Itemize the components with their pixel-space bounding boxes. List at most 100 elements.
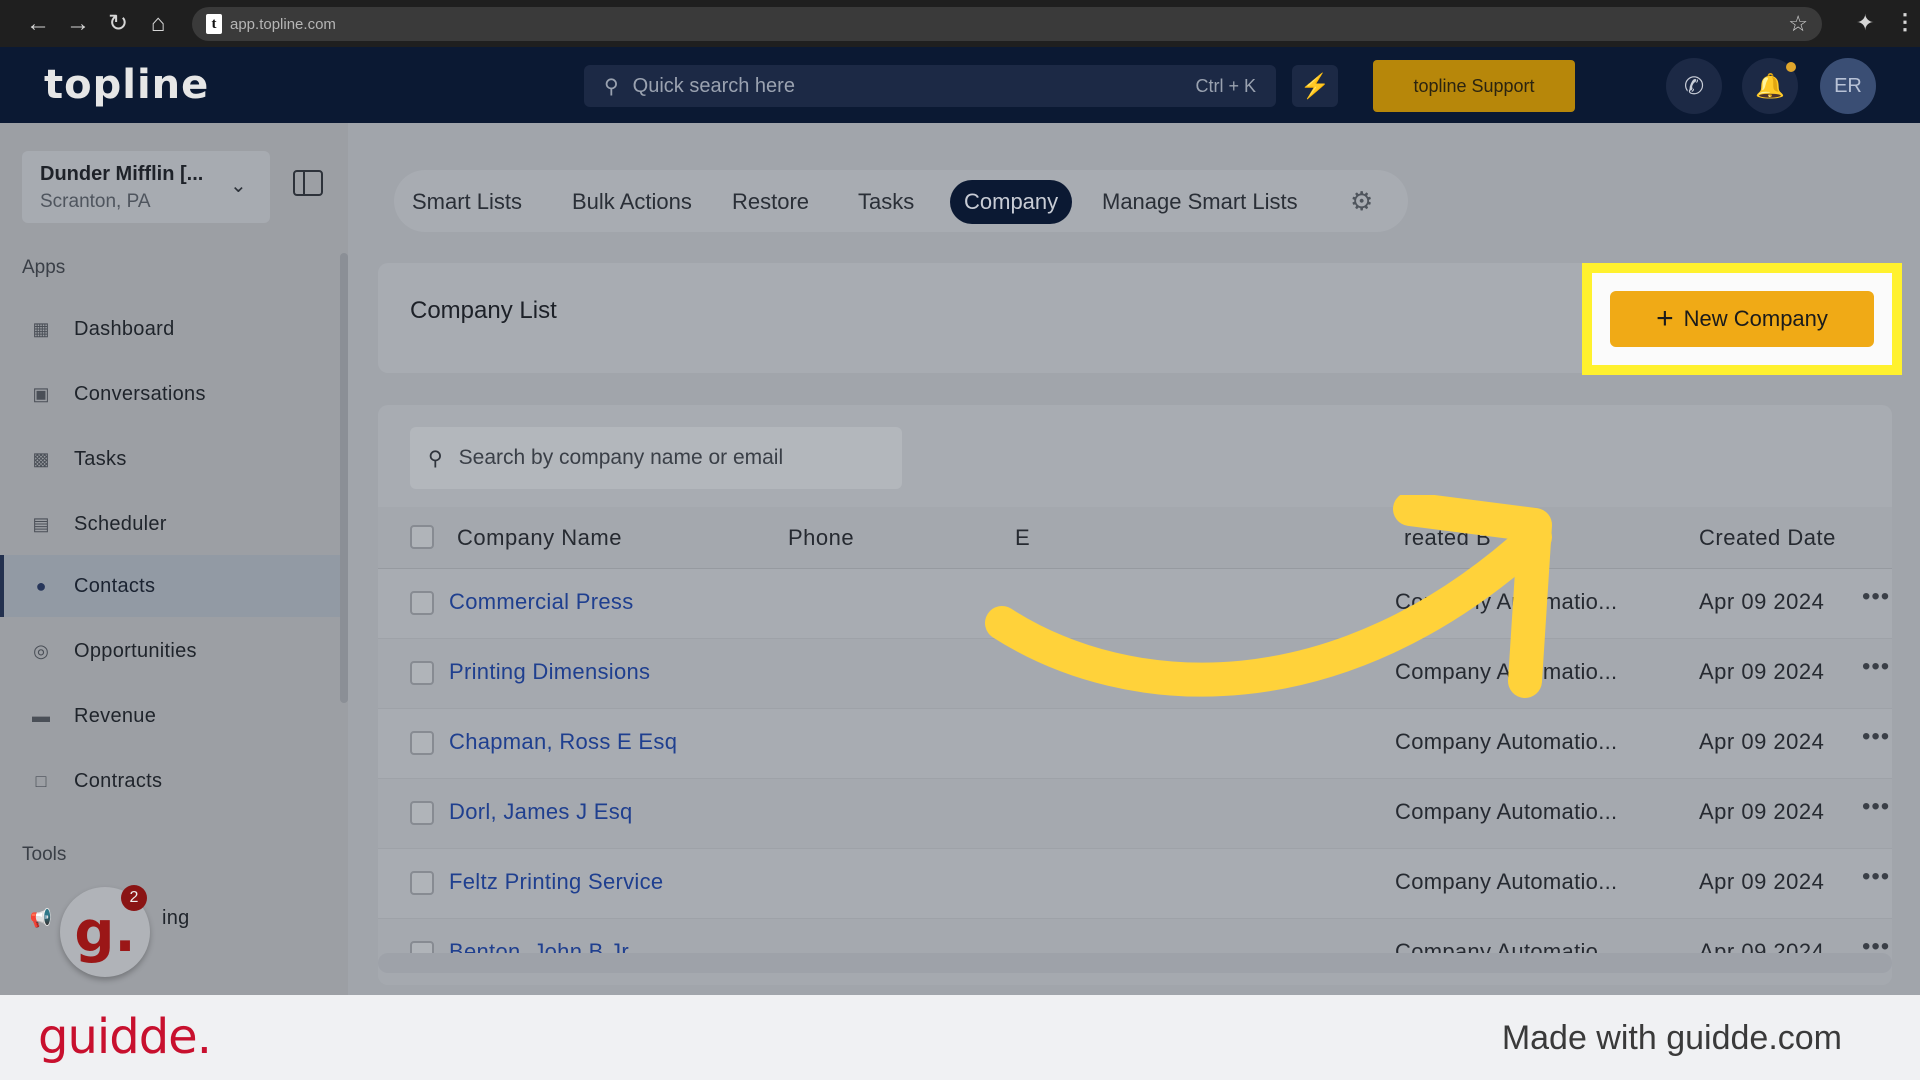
more-options-icon[interactable]: ••• <box>1862 863 1890 891</box>
row-checkbox[interactable] <box>410 731 434 755</box>
credit-card-icon: ▬ <box>32 705 50 726</box>
sidebar-item-label: Contacts <box>74 574 156 597</box>
created-by-cell: Company Automatio... <box>1395 799 1618 824</box>
page-content: Dunder Mifflin [... Scranton, PA ⌄ Apps … <box>0 123 1920 995</box>
created-by-cell: Company Automatio... <box>1395 869 1618 894</box>
tab-company[interactable]: Company <box>950 180 1073 224</box>
row-checkbox[interactable] <box>410 871 434 895</box>
sidebar-item-label: Contracts <box>74 769 163 792</box>
clipboard-icon: ▩ <box>32 448 50 469</box>
phone-icon[interactable]: ✆ <box>1666 58 1722 114</box>
company-name-link[interactable]: Feltz Printing Service <box>449 869 663 895</box>
location-subtitle: Scranton, PA <box>40 191 151 212</box>
created-date-cell: Apr 09 2024 <box>1699 729 1825 754</box>
lightning-icon[interactable]: ⚡ <box>1292 65 1338 107</box>
more-options-icon[interactable]: ••• <box>1862 583 1890 611</box>
support-button[interactable]: topline Support <box>1373 60 1575 112</box>
shortcut-hint: Ctrl + K <box>1195 75 1256 96</box>
quick-search-placeholder: Quick search here <box>632 74 795 97</box>
created-date-cell: Apr 09 2024 <box>1699 659 1825 684</box>
quick-search-input[interactable]: ⚲ Quick search here Ctrl + K <box>584 65 1276 107</box>
extensions-icon[interactable]: ✦ <box>1856 10 1874 36</box>
table-row[interactable]: Dorl, James J Esq Company Automatio... A… <box>378 779 1892 849</box>
site-favicon: t <box>206 14 222 34</box>
tab-bar: Smart Lists Bulk Actions Restore Tasks C… <box>394 170 1408 232</box>
company-search-input[interactable] <box>458 446 879 470</box>
bookmark-star-icon[interactable]: ☆ <box>1788 11 1808 37</box>
sidebar-item-opportunities[interactable]: ◎ Opportunities <box>0 620 340 682</box>
gear-icon[interactable]: ⚙ <box>1350 186 1373 217</box>
chat-icon: ▣ <box>32 383 50 404</box>
sidebar-item-marketing[interactable]: 📢 ing <box>0 887 340 949</box>
home-icon[interactable]: ⌂ <box>138 4 178 44</box>
select-all-checkbox[interactable] <box>410 525 434 549</box>
avatar[interactable]: ER <box>1820 58 1876 114</box>
table-row[interactable]: Benton, John B Jr Company Automatio... A… <box>378 919 1892 985</box>
tools-section-label: Tools <box>22 844 67 865</box>
tab-bulk-actions[interactable]: Bulk Actions <box>558 180 706 224</box>
sidebar-item-label: ing <box>162 906 190 929</box>
sidebar-item-revenue[interactable]: ▬ Revenue <box>0 685 340 747</box>
company-name-link[interactable]: Commercial Press <box>449 589 634 615</box>
plus-icon: + <box>1656 302 1674 335</box>
sidebar-item-label: Opportunities <box>74 639 197 662</box>
row-checkbox[interactable] <box>410 661 434 685</box>
created-date-cell: Apr 09 2024 <box>1699 589 1825 614</box>
company-name-link[interactable]: Printing Dimensions <box>449 659 650 685</box>
location-name: Dunder Mifflin [... <box>40 163 204 185</box>
sidebar-item-label: Tasks <box>74 447 127 470</box>
sidebar: Dunder Mifflin [... Scranton, PA ⌄ Apps … <box>0 123 348 995</box>
created-date-cell: Apr 09 2024 <box>1699 869 1825 894</box>
horizontal-scrollbar[interactable] <box>378 953 1892 973</box>
guidde-badge-count: 2 <box>121 885 147 911</box>
more-options-icon[interactable]: ••• <box>1862 793 1890 821</box>
column-company-name[interactable]: Company Name <box>457 525 622 551</box>
guidde-footer: guidde. Made with guidde.com <box>0 995 1920 1080</box>
sidebar-item-scheduler[interactable]: ▤ Scheduler <box>0 493 340 555</box>
more-options-icon[interactable]: ••• <box>1862 653 1890 681</box>
tab-tasks[interactable]: Tasks <box>844 180 928 224</box>
calendar-icon: ▤ <box>32 513 50 534</box>
company-name-link[interactable]: Chapman, Ross E Esq <box>449 729 677 755</box>
location-switcher[interactable]: Dunder Mifflin [... Scranton, PA ⌄ <box>22 151 270 223</box>
column-phone[interactable]: Phone <box>788 525 854 551</box>
guidde-logo: guidde. <box>38 1009 212 1065</box>
sidebar-item-label: Revenue <box>74 704 157 727</box>
url-text: app.topline.com <box>230 15 336 33</box>
tab-manage-smart-lists[interactable]: Manage Smart Lists <box>1088 180 1312 224</box>
tab-restore[interactable]: Restore <box>718 180 823 224</box>
apps-section-label: Apps <box>22 257 66 278</box>
row-checkbox[interactable] <box>410 801 434 825</box>
megaphone-icon: 📢 <box>29 907 53 928</box>
sidebar-item-tasks[interactable]: ▩ Tasks <box>0 428 340 490</box>
search-icon: ⚲ <box>428 447 443 470</box>
sidebar-item-conversations[interactable]: ▣ Conversations <box>0 363 340 425</box>
row-checkbox[interactable] <box>410 591 434 615</box>
sidebar-item-contacts[interactable]: ● Contacts <box>0 555 340 617</box>
column-created-date[interactable]: Created Date <box>1699 525 1836 551</box>
document-icon: □ <box>35 770 47 791</box>
sidebar-item-dashboard[interactable]: ▦ Dashboard <box>0 298 340 360</box>
guide-arrow-icon <box>985 495 1552 698</box>
address-bar[interactable]: t app.topline.com ☆ <box>192 7 1822 41</box>
sidebar-item-contracts[interactable]: □ Contracts <box>0 750 340 812</box>
app-logo[interactable]: topline <box>44 62 209 108</box>
reload-icon[interactable]: ↻ <box>98 4 138 44</box>
sidebar-collapse-icon[interactable] <box>293 170 323 196</box>
more-options-icon[interactable]: ••• <box>1862 723 1890 751</box>
forward-icon[interactable]: → <box>58 4 98 44</box>
tab-smart-lists[interactable]: Smart Lists <box>398 180 536 224</box>
browser-menu-icon[interactable]: ⋮ <box>1894 9 1916 35</box>
company-search[interactable]: ⚲ <box>410 427 902 489</box>
chevron-down-icon: ⌄ <box>230 175 247 197</box>
made-with-text: Made with guidde.com <box>1501 1019 1842 1057</box>
company-name-link[interactable]: Dorl, James J Esq <box>449 799 633 825</box>
back-icon[interactable]: ← <box>18 4 58 44</box>
page-title: Company List <box>410 297 557 324</box>
dashboard-icon: ▦ <box>32 318 50 339</box>
created-date-cell: Apr 09 2024 <box>1699 799 1825 824</box>
table-row[interactable]: Feltz Printing Service Company Automatio… <box>378 849 1892 919</box>
new-company-button[interactable]: + New Company <box>1610 291 1874 347</box>
created-by-cell: Company Automatio... <box>1395 729 1618 754</box>
sidebar-scrollbar[interactable] <box>340 253 348 703</box>
